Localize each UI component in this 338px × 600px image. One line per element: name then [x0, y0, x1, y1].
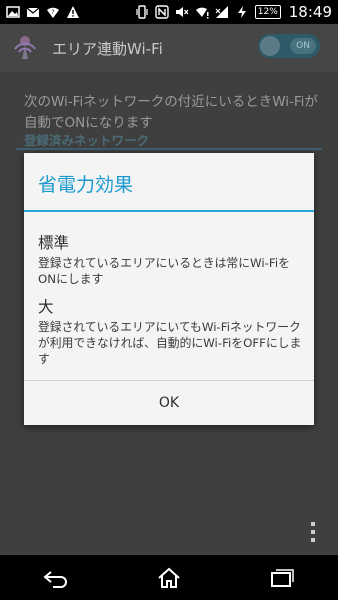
warning-icon [66, 5, 80, 19]
option-large-description[interactable]: 登録されているエリアにいてもWi-Fiネットワークが利用できなければ、自動的にW… [38, 319, 304, 367]
dialog-title: 省電力効果 [38, 174, 134, 196]
overflow-menu-icon[interactable] [310, 521, 316, 543]
clock: 18:49 [288, 3, 332, 21]
power-saving-dialog: 省電力効果 標準 登録されているエリアにいるときは常にWi-FiをONにします … [24, 153, 314, 425]
status-left: ? [6, 5, 80, 19]
recent-apps-button[interactable] [260, 562, 304, 594]
wifi-question-icon: ? [46, 5, 60, 19]
option-large[interactable]: 大 [38, 295, 54, 317]
app-icon[interactable] [10, 33, 40, 63]
ok-button[interactable]: OK [24, 381, 314, 425]
section-divider [16, 148, 322, 150]
wifi-toggle[interactable]: ON [258, 34, 320, 58]
description: 次のWi-Fiネットワークの付近にいるときWi-Fiが自動でONになります [24, 94, 318, 131]
wifi-alert-icon [195, 5, 209, 19]
app-title: エリア連動Wi-Fi [52, 39, 163, 58]
home-button[interactable] [147, 562, 191, 594]
toggle-knob [260, 36, 280, 56]
recent-apps-icon [270, 568, 294, 587]
action-bar: エリア連動Wi-Fi ON [0, 24, 338, 72]
mail-icon [26, 5, 40, 19]
dialog-title-divider [24, 210, 314, 212]
back-button[interactable] [34, 562, 78, 594]
charging-icon [235, 5, 249, 19]
status-right: 12% 18:49 [135, 3, 332, 21]
mute-icon [175, 5, 189, 19]
navigation-bar [0, 555, 338, 600]
vibrate-icon [135, 5, 149, 19]
back-icon [43, 570, 68, 588]
home-icon [158, 567, 180, 588]
nfc-icon [155, 5, 169, 19]
image-icon [6, 5, 20, 19]
option-standard-description[interactable]: 登録されているエリアにいるときは常にWi-FiをONにします [38, 255, 304, 287]
battery-level: 12% [254, 5, 281, 19]
svg-text:?: ? [51, 9, 54, 16]
toggle-label: ON [290, 38, 316, 54]
status-bar: ? 12% 18:49 [0, 0, 338, 24]
option-standard[interactable]: 標準 [38, 231, 69, 253]
signal-icon [215, 5, 229, 19]
section-header: 登録済みネットワーク [24, 133, 150, 148]
